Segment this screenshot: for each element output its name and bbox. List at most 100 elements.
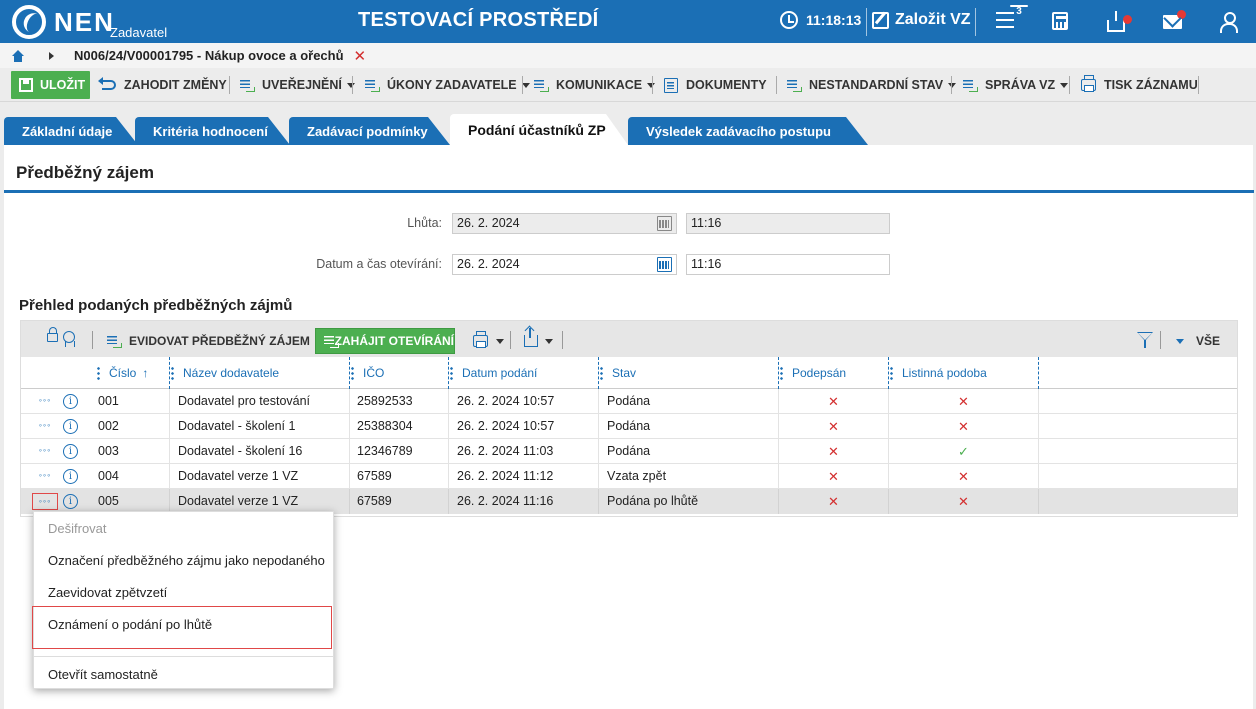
cell-paper: ✕ bbox=[958, 494, 969, 509]
mail-icon[interactable] bbox=[1163, 10, 1186, 29]
toolbar-divider bbox=[1160, 331, 1161, 349]
publish-menu[interactable]: UVEŘEJNĚNÍ bbox=[240, 71, 355, 99]
cell-signed: ✕ bbox=[828, 494, 839, 509]
tab-evaluation-criteria[interactable]: Kritéria hodnocení bbox=[135, 117, 290, 145]
info-icon[interactable]: i bbox=[63, 419, 78, 434]
toolbar-divider bbox=[352, 76, 353, 94]
column-state-label: Stav bbox=[612, 366, 637, 380]
sort-ascending-icon: ↑ bbox=[142, 366, 149, 380]
show-all-dropdown[interactable]: VŠE bbox=[1176, 328, 1220, 354]
cell-state: Podána bbox=[607, 394, 651, 408]
toolbar-divider bbox=[951, 76, 952, 94]
column-signed-label: Podepsán bbox=[792, 366, 847, 380]
menu-item-late-submission-notice[interactable]: Oznámení o podání po lhůtě bbox=[48, 617, 212, 632]
close-icon[interactable]: ✕ bbox=[354, 47, 367, 65]
toolbar-divider bbox=[562, 331, 563, 349]
environment-title: TESTOVACÍ PROSTŘEDÍ bbox=[358, 9, 599, 31]
cell-paper: ✕ bbox=[958, 394, 969, 409]
inbox-icon[interactable] bbox=[1107, 11, 1132, 32]
breadcrumb-current[interactable]: N006/24/V00001795 - Nákup ovoce a ořechů bbox=[74, 48, 344, 63]
calendar-icon[interactable] bbox=[657, 257, 672, 272]
column-signed[interactable]: Podepsán bbox=[780, 357, 846, 389]
column-divider bbox=[778, 357, 779, 389]
management-menu[interactable]: SPRÁVA VZ bbox=[963, 71, 1069, 99]
register-label: EVIDOVAT PŘEDBĚŽNÝ ZÁJEM bbox=[129, 334, 310, 348]
export-menu[interactable] bbox=[524, 328, 553, 354]
calculator-icon[interactable] bbox=[1052, 12, 1068, 30]
caret-down-icon bbox=[545, 338, 553, 344]
column-state[interactable]: Stav bbox=[600, 357, 636, 389]
column-supplier[interactable]: Název dodavatele bbox=[171, 357, 279, 389]
tab-procedure-result[interactable]: Výsledek zadávacího postupu bbox=[628, 117, 868, 145]
nonstandard-state-menu[interactable]: NESTANDARDNÍ STAV bbox=[787, 71, 957, 99]
communication-label: KOMUNIKACE bbox=[556, 78, 643, 92]
more-actions-icon[interactable]: ◦◦◦ bbox=[32, 443, 58, 460]
lock-icon[interactable] bbox=[47, 327, 58, 342]
create-vz-button[interactable]: Založit VZ bbox=[872, 11, 971, 29]
start-opening-button[interactable]: ZAHÁJIT OTEVÍRÁNÍ bbox=[315, 328, 455, 354]
info-icon[interactable]: i bbox=[63, 444, 78, 459]
user-icon[interactable] bbox=[1219, 12, 1239, 33]
cell-ico: 12346789 bbox=[357, 444, 413, 458]
share-icon bbox=[524, 328, 538, 347]
grid-toolbar: EVIDOVAT PŘEDBĚŽNÝ ZÁJEM ZAHÁJIT OTEVÍRÁ… bbox=[21, 321, 1237, 357]
column-ico[interactable]: IČO bbox=[351, 357, 384, 389]
menu-icon[interactable]: 3 bbox=[996, 5, 1028, 32]
column-number[interactable]: Číslo ↑ bbox=[97, 357, 148, 389]
discard-changes-button[interactable]: ZAHODIT ZMĚNY bbox=[98, 71, 227, 99]
column-menu-icon bbox=[97, 366, 100, 380]
table-row[interactable]: ◦◦◦ i 004 Dodavatel verze 1 VZ 67589 26.… bbox=[21, 464, 1237, 489]
table-row[interactable]: ◦◦◦ i 002 Dodavatel - školení 1 25388304… bbox=[21, 414, 1237, 439]
deadline-label: Lhůta: bbox=[407, 216, 442, 230]
print-record-button[interactable]: TISK ZÁZNAMU bbox=[1081, 71, 1198, 99]
more-actions-icon[interactable]: ◦◦◦ bbox=[32, 468, 58, 485]
info-icon[interactable]: i bbox=[63, 494, 78, 509]
tab-basic-info[interactable]: Základní údaje bbox=[4, 117, 138, 145]
calendar-icon bbox=[657, 216, 672, 231]
list-icon bbox=[324, 335, 338, 348]
menu-item-open-separately[interactable]: Otevřít samostatně bbox=[48, 667, 158, 682]
info-icon[interactable]: i bbox=[63, 394, 78, 409]
nen-logo[interactable]: NEN bbox=[12, 4, 115, 40]
list-icon bbox=[107, 335, 122, 348]
more-actions-icon[interactable]: ◦◦◦ bbox=[32, 493, 58, 510]
column-date-label: Datum podání bbox=[462, 366, 538, 380]
caret-down-icon bbox=[346, 82, 355, 88]
more-actions-icon[interactable]: ◦◦◦ bbox=[32, 418, 58, 435]
top-header: NEN Zadavatel TESTOVACÍ PROSTŘEDÍ 11:18:… bbox=[0, 0, 1256, 43]
register-interest-button[interactable]: EVIDOVAT PŘEDBĚŽNÝ ZÁJEM bbox=[107, 328, 310, 354]
actions-menu[interactable]: ÚKONY ZADAVATELE bbox=[365, 71, 530, 99]
toolbar-divider bbox=[522, 76, 523, 94]
print-grid-menu[interactable] bbox=[473, 328, 504, 354]
table-row[interactable]: ◦◦◦ i 003 Dodavatel - školení 16 1234678… bbox=[21, 439, 1237, 464]
grid-header: Číslo ↑ Název dodavatele IČO Datum podán… bbox=[21, 357, 1237, 389]
tab-participant-submissions[interactable]: Podání účastníků ZP bbox=[450, 114, 628, 145]
menu-item-register-withdrawal[interactable]: Zaevidovat zpětvzetí bbox=[48, 585, 167, 600]
opening-time-field[interactable]: 11:16 bbox=[686, 254, 890, 275]
publish-label: UVEŘEJNĚNÍ bbox=[262, 78, 342, 92]
save-button[interactable]: ULOŽIT bbox=[11, 71, 90, 99]
list-icon bbox=[534, 79, 549, 92]
column-divider bbox=[448, 357, 449, 389]
list-icon bbox=[787, 79, 802, 92]
filter-icon[interactable] bbox=[1137, 332, 1153, 348]
column-divider bbox=[349, 357, 350, 389]
nonstandard-label: NESTANDARDNÍ STAV bbox=[809, 78, 944, 92]
list-icon bbox=[240, 79, 255, 92]
row-context-menu: Dešifrovat Označení předběžného zájmu ja… bbox=[32, 511, 334, 689]
home-icon[interactable] bbox=[11, 49, 24, 62]
table-row[interactable]: ◦◦◦ i 001 Dodavatel pro testování 258925… bbox=[21, 389, 1237, 414]
more-actions-icon[interactable]: ◦◦◦ bbox=[32, 393, 58, 410]
opening-date-field[interactable]: 26. 2. 2024 bbox=[452, 254, 677, 275]
tab-tender-conditions[interactable]: Zadávací podmínky bbox=[289, 117, 450, 145]
column-paper[interactable]: Listinná podoba bbox=[890, 357, 987, 389]
award-icon[interactable] bbox=[63, 331, 75, 347]
cell-ico: 67589 bbox=[357, 494, 392, 508]
menu-item-mark-not-submitted[interactable]: Označení předběžného zájmu jako nepodané… bbox=[48, 553, 325, 568]
info-icon[interactable]: i bbox=[63, 469, 78, 484]
communication-menu[interactable]: KOMUNIKACE bbox=[534, 71, 656, 99]
documents-button[interactable]: DOKUMENTY bbox=[664, 71, 767, 99]
toolbar-divider bbox=[1069, 76, 1070, 94]
column-date[interactable]: Datum podání bbox=[450, 357, 537, 389]
cell-date: 26. 2. 2024 10:57 bbox=[457, 394, 555, 408]
